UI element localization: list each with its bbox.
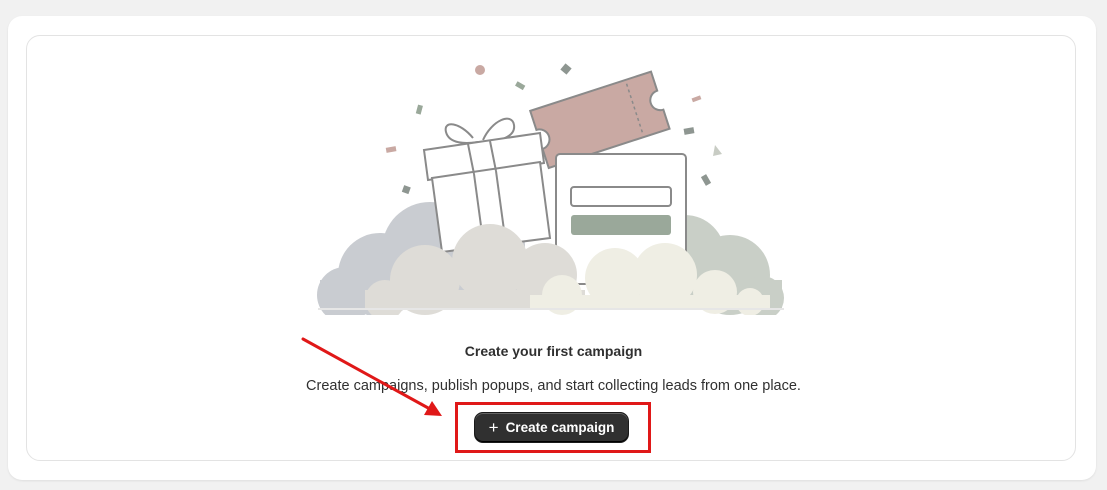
create-campaign-button[interactable]: + Create campaign [474, 412, 629, 443]
create-campaign-label: Create campaign [505, 420, 615, 435]
plus-icon: + [488, 417, 499, 437]
campaign-illustration [317, 63, 784, 315]
empty-state-description: Create campaigns, publish popups, and st… [306, 378, 801, 394]
cloud-base-line [318, 308, 784, 310]
empty-state-title: Create your first campaign [464, 343, 643, 359]
